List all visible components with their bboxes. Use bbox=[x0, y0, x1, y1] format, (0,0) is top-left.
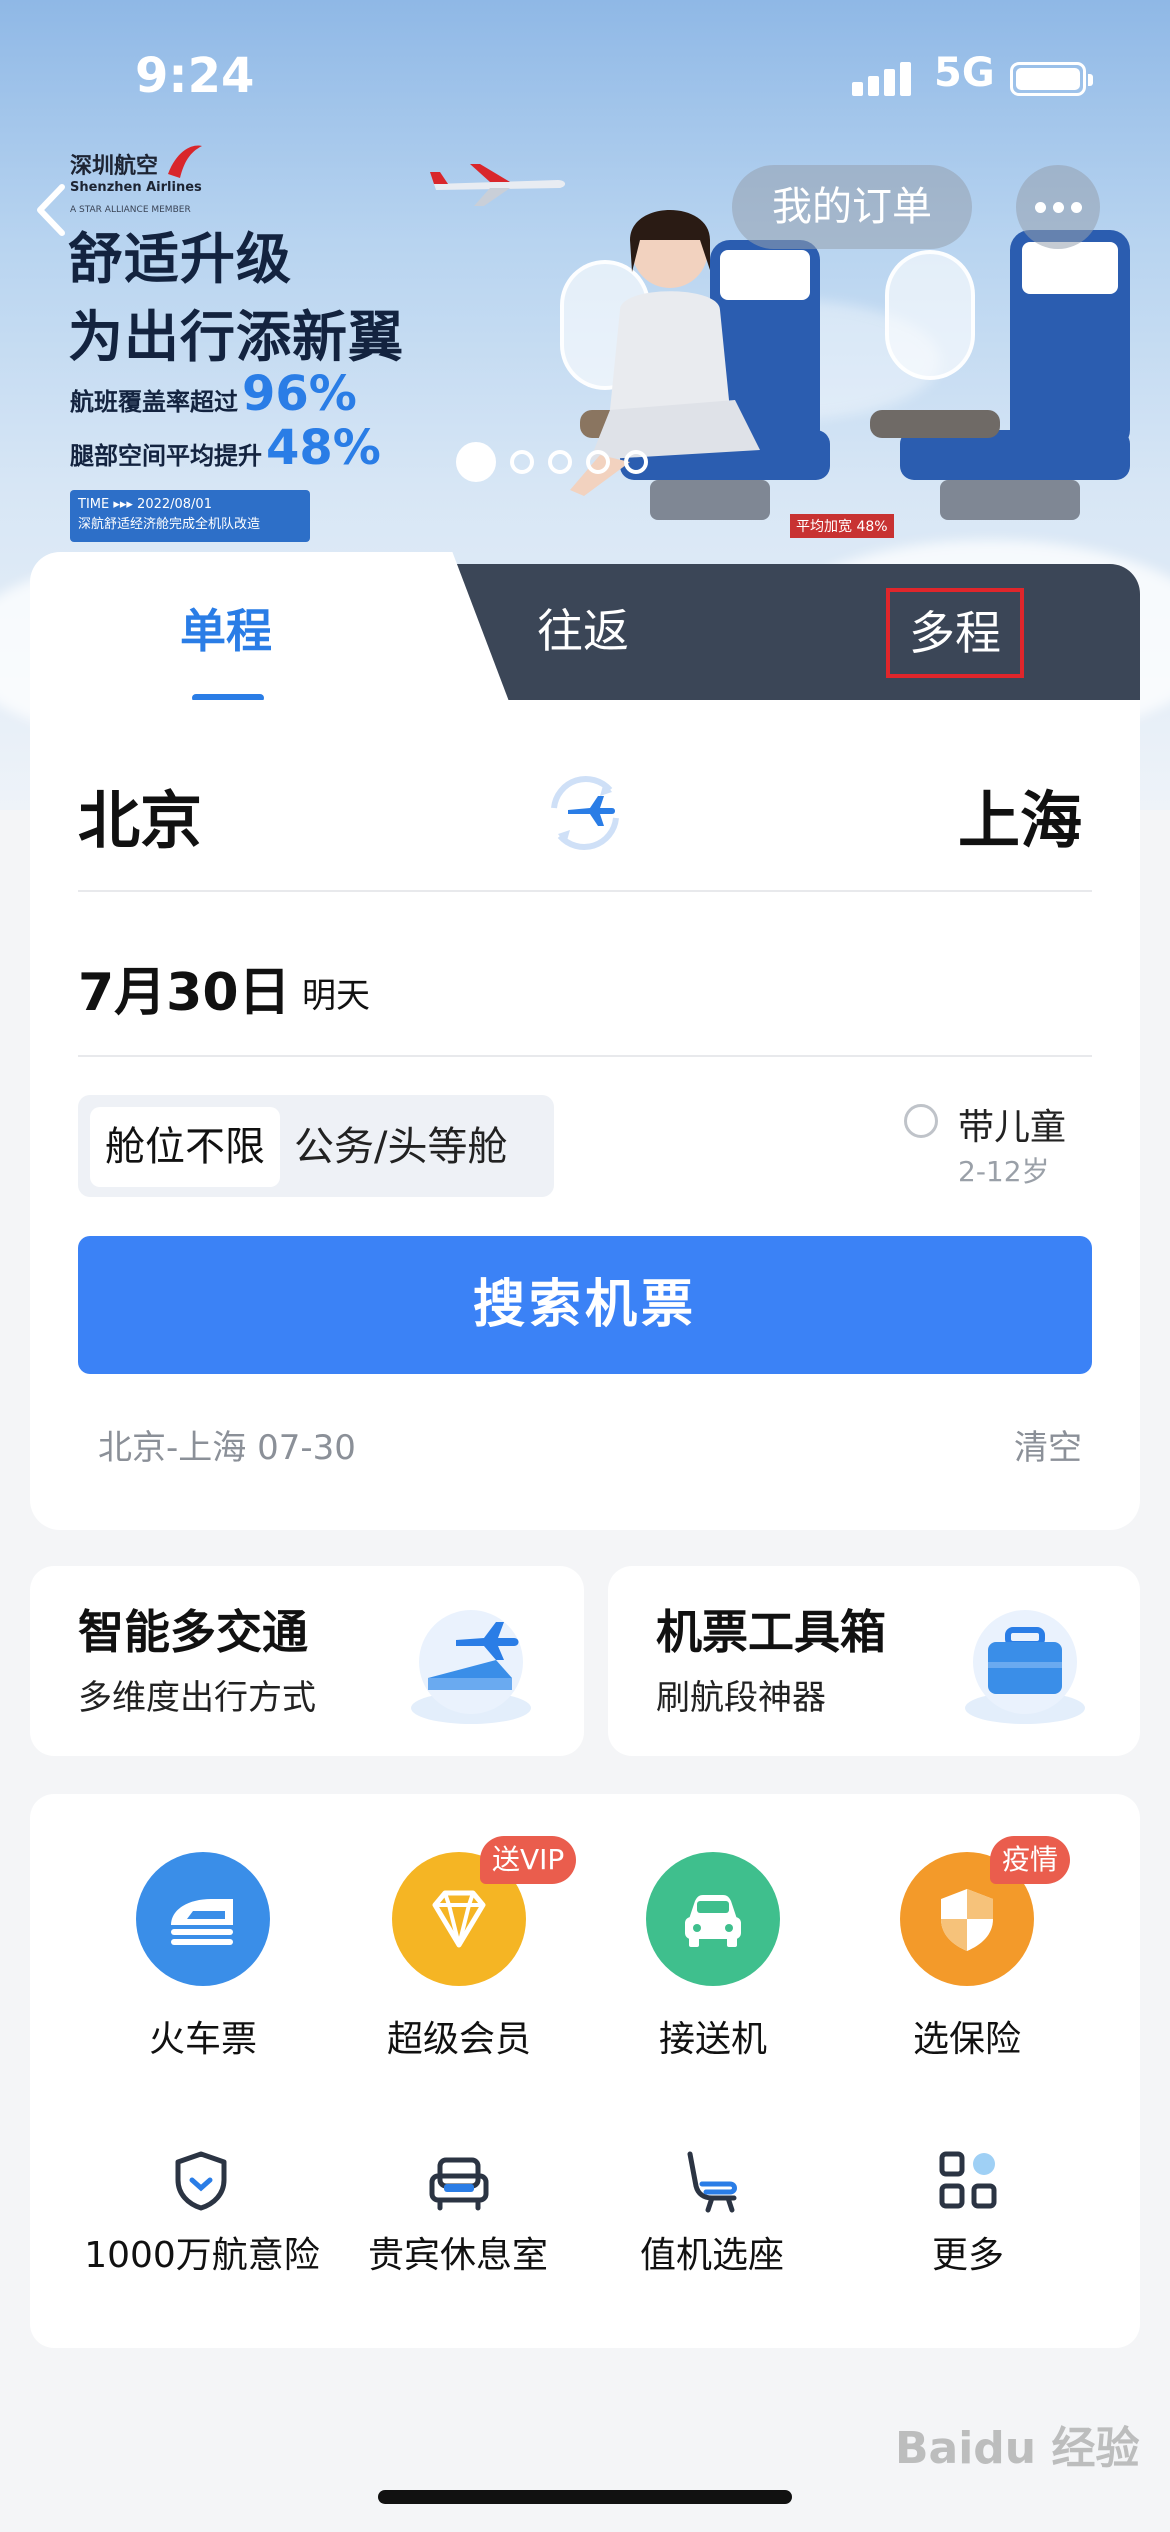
cabin-option-any[interactable]: 舱位不限 bbox=[90, 1107, 280, 1187]
check-in-seat-label[interactable]: 值机选座 bbox=[572, 2226, 852, 2278]
ad-stat-legroom: 腿部空间平均提升48% bbox=[70, 420, 381, 476]
tab-multi-city[interactable]: 多程 bbox=[886, 588, 1024, 678]
battery-icon bbox=[1010, 62, 1093, 96]
sofa-icon[interactable] bbox=[424, 2146, 494, 2216]
status-bar: 9:24 5G bbox=[0, 0, 1170, 150]
my-orders-button[interactable]: 我的订单 bbox=[732, 165, 972, 249]
cabin-option-business[interactable]: 公务/头等舱 bbox=[294, 1107, 507, 1187]
vip-lounge-label[interactable]: 贵宾休息室 bbox=[318, 2226, 598, 2278]
smart-transport-title: 智能多交通 bbox=[78, 1605, 308, 1659]
train-icon bbox=[171, 1899, 233, 1945]
status-time: 9:24 bbox=[135, 48, 255, 104]
swap-cities-icon[interactable] bbox=[540, 768, 630, 858]
vip-badge: 送VIP bbox=[480, 1836, 577, 1884]
home-indicator[interactable] bbox=[378, 2490, 792, 2504]
carousel-dot[interactable] bbox=[456, 442, 496, 482]
with-child-label[interactable]: 带儿童 bbox=[958, 1098, 1066, 1150]
airplane-image bbox=[430, 164, 566, 206]
more-services-label[interactable]: 更多 bbox=[828, 2226, 1108, 2278]
network-label: 5G bbox=[934, 50, 995, 96]
train-tickets-button[interactable] bbox=[136, 1852, 270, 1986]
carousel-dot[interactable] bbox=[586, 450, 610, 474]
child-age-range: 2-12岁 bbox=[958, 1155, 1050, 1188]
ad-headline: 舒适升级 为出行添新翼 bbox=[68, 227, 405, 369]
carousel-dot[interactable] bbox=[548, 450, 572, 474]
seat-width-tag: 平均加宽 48% bbox=[790, 514, 894, 538]
more-options-icon[interactable] bbox=[1016, 165, 1100, 249]
tab-one-way[interactable]: 单程 bbox=[180, 596, 272, 666]
arrival-city[interactable]: 上海 bbox=[958, 770, 1082, 860]
carousel-indicator bbox=[456, 442, 648, 482]
suitcase-icon bbox=[965, 1610, 1085, 1724]
clear-history-button[interactable]: 清空 bbox=[1014, 1420, 1082, 1469]
super-member-label[interactable]: 超级会员 bbox=[339, 2010, 579, 2062]
flight-accident-insurance-label[interactable]: 1000万航意险 bbox=[62, 2226, 342, 2278]
shield-icon bbox=[941, 1889, 993, 1951]
flight-toolbox-subtitle: 刷航段神器 bbox=[656, 1678, 826, 1718]
car-icon bbox=[685, 1895, 741, 1947]
tab-round-trip[interactable]: 往返 bbox=[537, 596, 629, 666]
seat-icon[interactable] bbox=[676, 2146, 746, 2216]
seat-image bbox=[870, 230, 1130, 520]
divider bbox=[78, 1055, 1092, 1057]
flight-toolbox-title: 机票工具箱 bbox=[656, 1605, 886, 1659]
airport-transfer-label[interactable]: 接送机 bbox=[593, 2010, 833, 2062]
date-hint: 明天 bbox=[302, 976, 370, 1016]
train-plane-icon bbox=[411, 1610, 531, 1724]
train-tickets-label[interactable]: 火车票 bbox=[83, 2010, 323, 2062]
grid-icon[interactable] bbox=[934, 2146, 1004, 2216]
insurance-label[interactable]: 选保险 bbox=[847, 2010, 1087, 2062]
carousel-dot[interactable] bbox=[510, 450, 534, 474]
with-child-checkbox[interactable] bbox=[904, 1104, 938, 1138]
divider bbox=[78, 890, 1092, 892]
departure-city[interactable]: 北京 bbox=[78, 770, 202, 860]
shield-check-icon[interactable] bbox=[166, 2146, 236, 2216]
diamond-icon bbox=[432, 1890, 486, 1948]
airport-transfer-button[interactable] bbox=[646, 1852, 780, 1986]
carousel-dot[interactable] bbox=[624, 450, 648, 474]
epidemic-badge: 疫情 bbox=[990, 1836, 1071, 1884]
search-flights-button[interactable]: 搜索机票 bbox=[78, 1236, 1092, 1374]
smart-transport-subtitle: 多维度出行方式 bbox=[78, 1678, 316, 1718]
watermark: Baidu 经验 bbox=[895, 2423, 1140, 2474]
search-history-item[interactable]: 北京-上海 07-30 bbox=[98, 1420, 356, 1469]
departure-date[interactable]: 7月30日 bbox=[78, 950, 291, 1025]
back-arrow-icon[interactable] bbox=[24, 175, 84, 245]
signal-icon bbox=[852, 62, 916, 96]
ad-stat-coverage: 航班覆盖率超过96% bbox=[70, 366, 357, 422]
airline-logo-mark bbox=[168, 145, 202, 178]
ad-date-tag: TIME ▸▸▸ 2022/08/01 深航舒适经济舱完成全机队改造 bbox=[70, 490, 310, 542]
